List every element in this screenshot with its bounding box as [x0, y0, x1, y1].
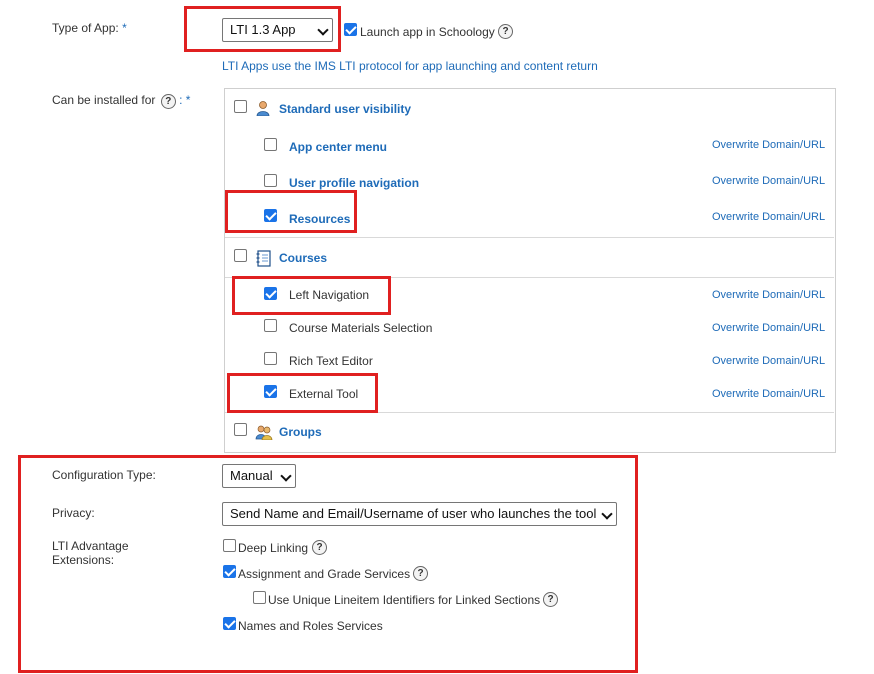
lti-protocol-note: LTI Apps use the IMS LTI protocol for ap…	[222, 59, 598, 73]
course-materials-selection-checkbox[interactable]	[264, 319, 277, 332]
highlight-box-external-tool	[227, 373, 378, 413]
overwrite-domain-link[interactable]: Overwrite Domain/URL	[712, 289, 825, 301]
type-of-app-label-row: Type of App: *	[52, 21, 127, 35]
user-icon	[255, 100, 271, 117]
courses-label[interactable]: Courses	[279, 251, 327, 265]
groups-label[interactable]: Groups	[279, 425, 322, 439]
highlight-box-resources	[225, 190, 357, 233]
group-icon	[255, 424, 273, 441]
notebook-icon	[255, 250, 272, 267]
app-center-menu-checkbox[interactable]	[264, 138, 277, 151]
user-profile-navigation-checkbox[interactable]	[264, 174, 277, 187]
overwrite-domain-link[interactable]: Overwrite Domain/URL	[712, 355, 825, 367]
launch-in-schoology-label: Launch app in Schoology	[360, 25, 495, 39]
rich-text-editor-checkbox[interactable]	[264, 352, 277, 365]
install-for-label-row: Can be installed for ? : *	[52, 93, 190, 109]
help-icon[interactable]: ?	[160, 94, 176, 109]
standard-visibility-label[interactable]: Standard user visibility	[279, 102, 411, 116]
course-materials-selection-label: Course Materials Selection	[289, 321, 433, 335]
required-asterisk: *	[122, 21, 127, 35]
highlight-box-configuration	[18, 455, 638, 673]
highlight-box-left-navigation	[232, 276, 391, 315]
rich-text-editor-label: Rich Text Editor	[289, 354, 373, 368]
help-icon[interactable]: ?	[498, 24, 513, 39]
overwrite-domain-link[interactable]: Overwrite Domain/URL	[712, 211, 825, 223]
launch-in-schoology-checkbox[interactable]	[344, 23, 357, 36]
highlight-box-app-type	[184, 6, 341, 52]
standard-visibility-checkbox[interactable]	[234, 100, 247, 113]
user-profile-navigation-label[interactable]: User profile navigation	[289, 176, 419, 190]
app-center-menu-label[interactable]: App center menu	[289, 140, 387, 154]
overwrite-domain-link[interactable]: Overwrite Domain/URL	[712, 322, 825, 334]
overwrite-domain-link[interactable]: Overwrite Domain/URL	[712, 388, 825, 400]
required-asterisk: : *	[179, 93, 191, 107]
overwrite-domain-link[interactable]: Overwrite Domain/URL	[712, 139, 825, 151]
install-for-label: Can be installed for	[52, 93, 156, 107]
type-of-app-label: Type of App:	[52, 21, 119, 35]
courses-checkbox[interactable]	[234, 249, 247, 262]
groups-checkbox[interactable]	[234, 423, 247, 436]
overwrite-domain-link[interactable]: Overwrite Domain/URL	[712, 175, 825, 187]
section-divider	[225, 237, 834, 238]
